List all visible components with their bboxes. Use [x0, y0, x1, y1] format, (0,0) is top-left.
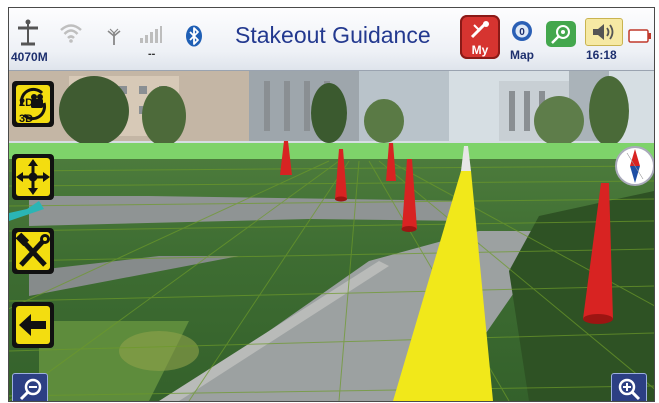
svg-text:0: 0	[519, 27, 525, 38]
clock: 16:18	[586, 48, 617, 62]
tools-icon	[16, 232, 50, 270]
speaker-icon	[593, 24, 614, 40]
view-2d-label: 2D	[19, 97, 34, 109]
status-bar: 4070M -- Stakeout Guidance My 0 Map 16:1…	[9, 8, 654, 71]
guide-line-tip	[461, 146, 471, 171]
move-arrows-icon	[16, 158, 50, 196]
volume-button[interactable]	[585, 18, 623, 46]
wifi-icon[interactable]	[59, 22, 83, 44]
back-arrow-icon	[16, 306, 50, 344]
signal-bars-icon[interactable]	[139, 24, 163, 44]
ar-overlay	[9, 141, 654, 401]
gnss-antenna-icon	[18, 19, 38, 46]
view-3d-label: 3D	[19, 113, 34, 125]
view-mode-toggle[interactable]: 2D 3D	[12, 81, 54, 127]
my-button[interactable]: My	[460, 15, 500, 59]
map-button[interactable]: 0 Map	[506, 18, 538, 62]
ar-camera-view[interactable]	[9, 71, 654, 401]
move-button[interactable]	[12, 154, 54, 200]
target-button[interactable]	[546, 21, 576, 47]
zoom-in-button[interactable]	[611, 373, 647, 401]
target-icon	[551, 25, 570, 44]
map-globe-icon: 0	[512, 21, 532, 41]
map-button-label: Map	[510, 48, 534, 62]
stake-cone[interactable]	[280, 141, 292, 175]
compass-icon[interactable]	[614, 143, 654, 189]
bluetooth-icon[interactable]	[185, 25, 203, 47]
battery-icon[interactable]	[628, 29, 652, 43]
my-button-label: My	[471, 43, 489, 57]
tools-button[interactable]	[12, 228, 54, 274]
camera-view-toggle-icon: 2D 3D	[16, 85, 50, 125]
stake-cone[interactable]	[386, 143, 396, 181]
elevation-readout: 4070M	[11, 50, 48, 64]
signal-value: --	[148, 48, 156, 60]
stake-cone[interactable]	[335, 149, 347, 199]
zoom-out-button[interactable]	[12, 373, 48, 401]
page-title: Stakeout Guidance	[235, 22, 431, 48]
app-screen: 4070M -- Stakeout Guidance My 0 Map 16:1…	[8, 7, 655, 402]
zoom-in-icon	[618, 378, 641, 401]
back-button[interactable]	[12, 302, 54, 348]
survey-point-icon	[470, 21, 489, 39]
radio-antenna-icon[interactable]	[105, 28, 123, 46]
device-frame: 4070M -- Stakeout Guidance My 0 Map 16:1…	[0, 0, 659, 403]
zoom-out-icon	[19, 378, 42, 401]
